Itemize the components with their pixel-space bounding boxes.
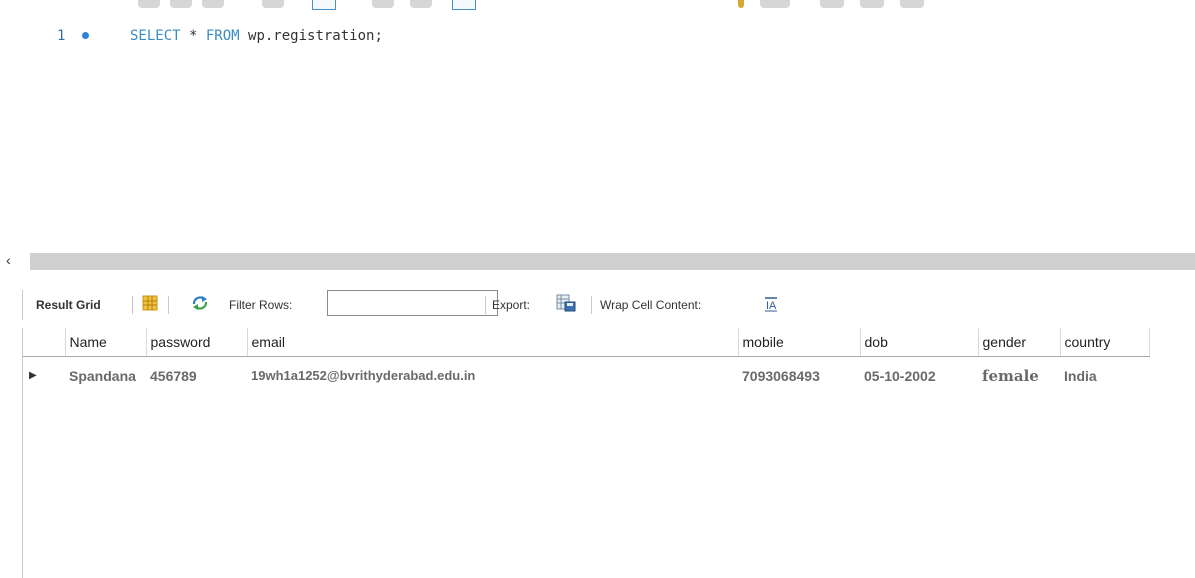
toolbar-icon[interactable] <box>372 0 394 8</box>
cell-dob[interactable]: 05-10-2002 <box>860 357 978 395</box>
column-header-gender[interactable]: gender <box>978 328 1061 357</box>
toolbar-icon[interactable] <box>820 0 844 8</box>
sql-keyword-from: FROM <box>205 28 240 44</box>
result-grid-tab[interactable]: Result Grid <box>36 298 101 312</box>
export-label: Export: <box>492 298 531 312</box>
column-header-dob[interactable]: dob <box>860 328 979 357</box>
divider <box>591 296 592 314</box>
refresh-icon[interactable] <box>191 295 209 311</box>
toolbar-icon[interactable] <box>410 0 432 8</box>
row-header-column <box>23 328 66 357</box>
column-header-mobile[interactable]: mobile <box>738 328 861 357</box>
sql-table-name: wp.registration; <box>239 28 383 44</box>
toolbar-icon[interactable] <box>202 0 224 8</box>
cell-mobile[interactable]: 7093068493 <box>738 357 860 395</box>
divider <box>485 296 486 314</box>
sql-statement[interactable]: SELECT * FROM wp.registration; <box>130 28 383 44</box>
toolbar-icon[interactable] <box>170 0 192 8</box>
editor-toolbar <box>0 0 1195 12</box>
filter-rows-input[interactable] <box>327 290 498 316</box>
toolbar-icon[interactable] <box>760 0 790 8</box>
scroll-left-icon[interactable]: ‹ <box>6 252 11 268</box>
results-toolbar: Result Grid Filter Rows: Export: Wrap Ce… <box>22 290 1195 320</box>
divider <box>168 296 169 314</box>
column-header-email[interactable]: email <box>247 328 739 357</box>
row-pointer-icon: ▶ <box>29 370 37 381</box>
toolbar-toggle-icon[interactable] <box>312 0 336 10</box>
toolbar-toggle-icon[interactable] <box>452 0 476 10</box>
sql-keyword-select: SELECT <box>130 28 181 44</box>
toolbar-icon[interactable] <box>262 0 284 8</box>
column-header-name[interactable]: Name <box>65 328 147 357</box>
result-grid: Name password email mobile dob gender co… <box>22 328 1195 578</box>
sql-editor[interactable]: 1 SELECT * FROM wp.registration; <box>0 12 1195 252</box>
toolbar-icon[interactable] <box>138 0 160 8</box>
filter-rows-label: Filter Rows: <box>229 298 293 312</box>
line-number: 1 <box>57 28 66 44</box>
cell-email[interactable]: 19wh1a1252@bvrithyderabad.edu.in <box>247 357 738 395</box>
wrap-cell-content-label: Wrap Cell Content: <box>600 298 702 312</box>
cell-gender[interactable]: female <box>978 357 1060 395</box>
column-header-country[interactable]: country <box>1060 328 1150 357</box>
result-table: Name password email mobile dob gender co… <box>23 328 1150 394</box>
toolbar-icon[interactable] <box>738 0 744 8</box>
divider <box>132 296 133 314</box>
toolbar-icon[interactable] <box>900 0 924 8</box>
table-row[interactable]: ▶ Spandana 456789 19wh1a1252@bvrithydera… <box>23 357 1149 395</box>
cell-name[interactable]: Spandana <box>65 357 146 395</box>
cell-country[interactable]: India <box>1060 357 1149 395</box>
sql-star: * <box>180 28 206 44</box>
grid-layout-icon[interactable] <box>142 295 158 311</box>
svg-text:IA: IA <box>766 300 777 312</box>
toolbar-icon[interactable] <box>860 0 884 8</box>
wrap-cell-content-icon[interactable]: IA <box>763 297 779 313</box>
header-row: Name password email mobile dob gender co… <box>23 328 1150 357</box>
horizontal-scrollbar[interactable]: ‹ <box>0 252 1195 270</box>
column-header-password[interactable]: password <box>146 328 248 357</box>
export-icon[interactable] <box>556 294 576 312</box>
statement-marker-icon <box>82 32 89 39</box>
cell-password[interactable]: 456789 <box>146 357 247 395</box>
